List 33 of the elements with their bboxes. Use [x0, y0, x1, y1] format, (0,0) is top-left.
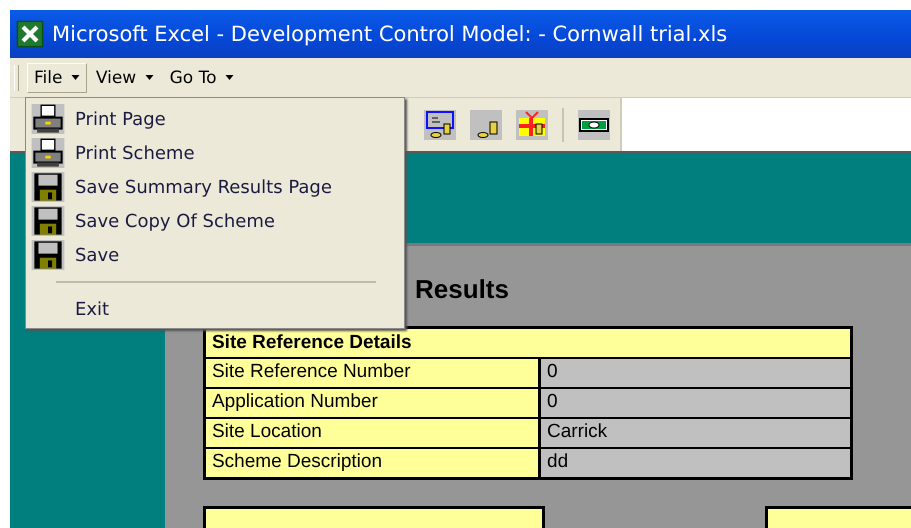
- menu-item[interactable]: Save Summary Results Page: [26, 170, 404, 204]
- table-cell[interactable]: dd: [541, 449, 850, 477]
- table-cell[interactable]: Carrick: [541, 419, 850, 447]
- floppy-disk-icon: [31, 206, 65, 236]
- printer-icon: [31, 138, 65, 168]
- sheet-heading: Results: [415, 274, 510, 306]
- table-cell: Application Number: [206, 389, 538, 417]
- menu-item[interactable]: Print Scheme: [26, 136, 404, 170]
- caret-icon: [224, 75, 234, 80]
- menu-item[interactable]: Print Page: [26, 102, 404, 136]
- menu-item[interactable]: Go To: [162, 62, 241, 92]
- table-cell[interactable]: 0: [541, 389, 850, 417]
- table-cell: Site Location: [206, 419, 538, 447]
- printer-icon: [31, 104, 65, 134]
- menu-item[interactable]: File: [27, 62, 87, 92]
- menu-item[interactable]: Save Copy Of Scheme: [26, 204, 404, 238]
- caret-icon: [70, 75, 80, 80]
- menu-item[interactable]: Exit: [26, 292, 404, 326]
- menu-item[interactable]: View: [88, 62, 161, 92]
- floppy-disk-icon: [31, 172, 65, 202]
- floppy-disk-icon: [31, 240, 65, 270]
- scroll-coins-icon[interactable]: [424, 110, 456, 140]
- window-title: Microsoft Excel - Development Control Model: - Cornwall trial.xls: [52, 22, 728, 46]
- table-cell: Scheme Description: [206, 449, 538, 477]
- table-cell[interactable]: 0: [541, 359, 850, 387]
- caret-icon: [144, 75, 154, 80]
- table-header: Site Reference Details: [206, 329, 850, 357]
- gift-icon[interactable]: [516, 110, 548, 140]
- menu-item[interactable]: Save: [26, 238, 404, 272]
- spreadsheet-icon: [16, 20, 44, 48]
- table-cell: Site Reference Number: [206, 359, 538, 387]
- coins-icon[interactable]: [470, 110, 502, 140]
- banknote-icon[interactable]: [578, 110, 610, 140]
